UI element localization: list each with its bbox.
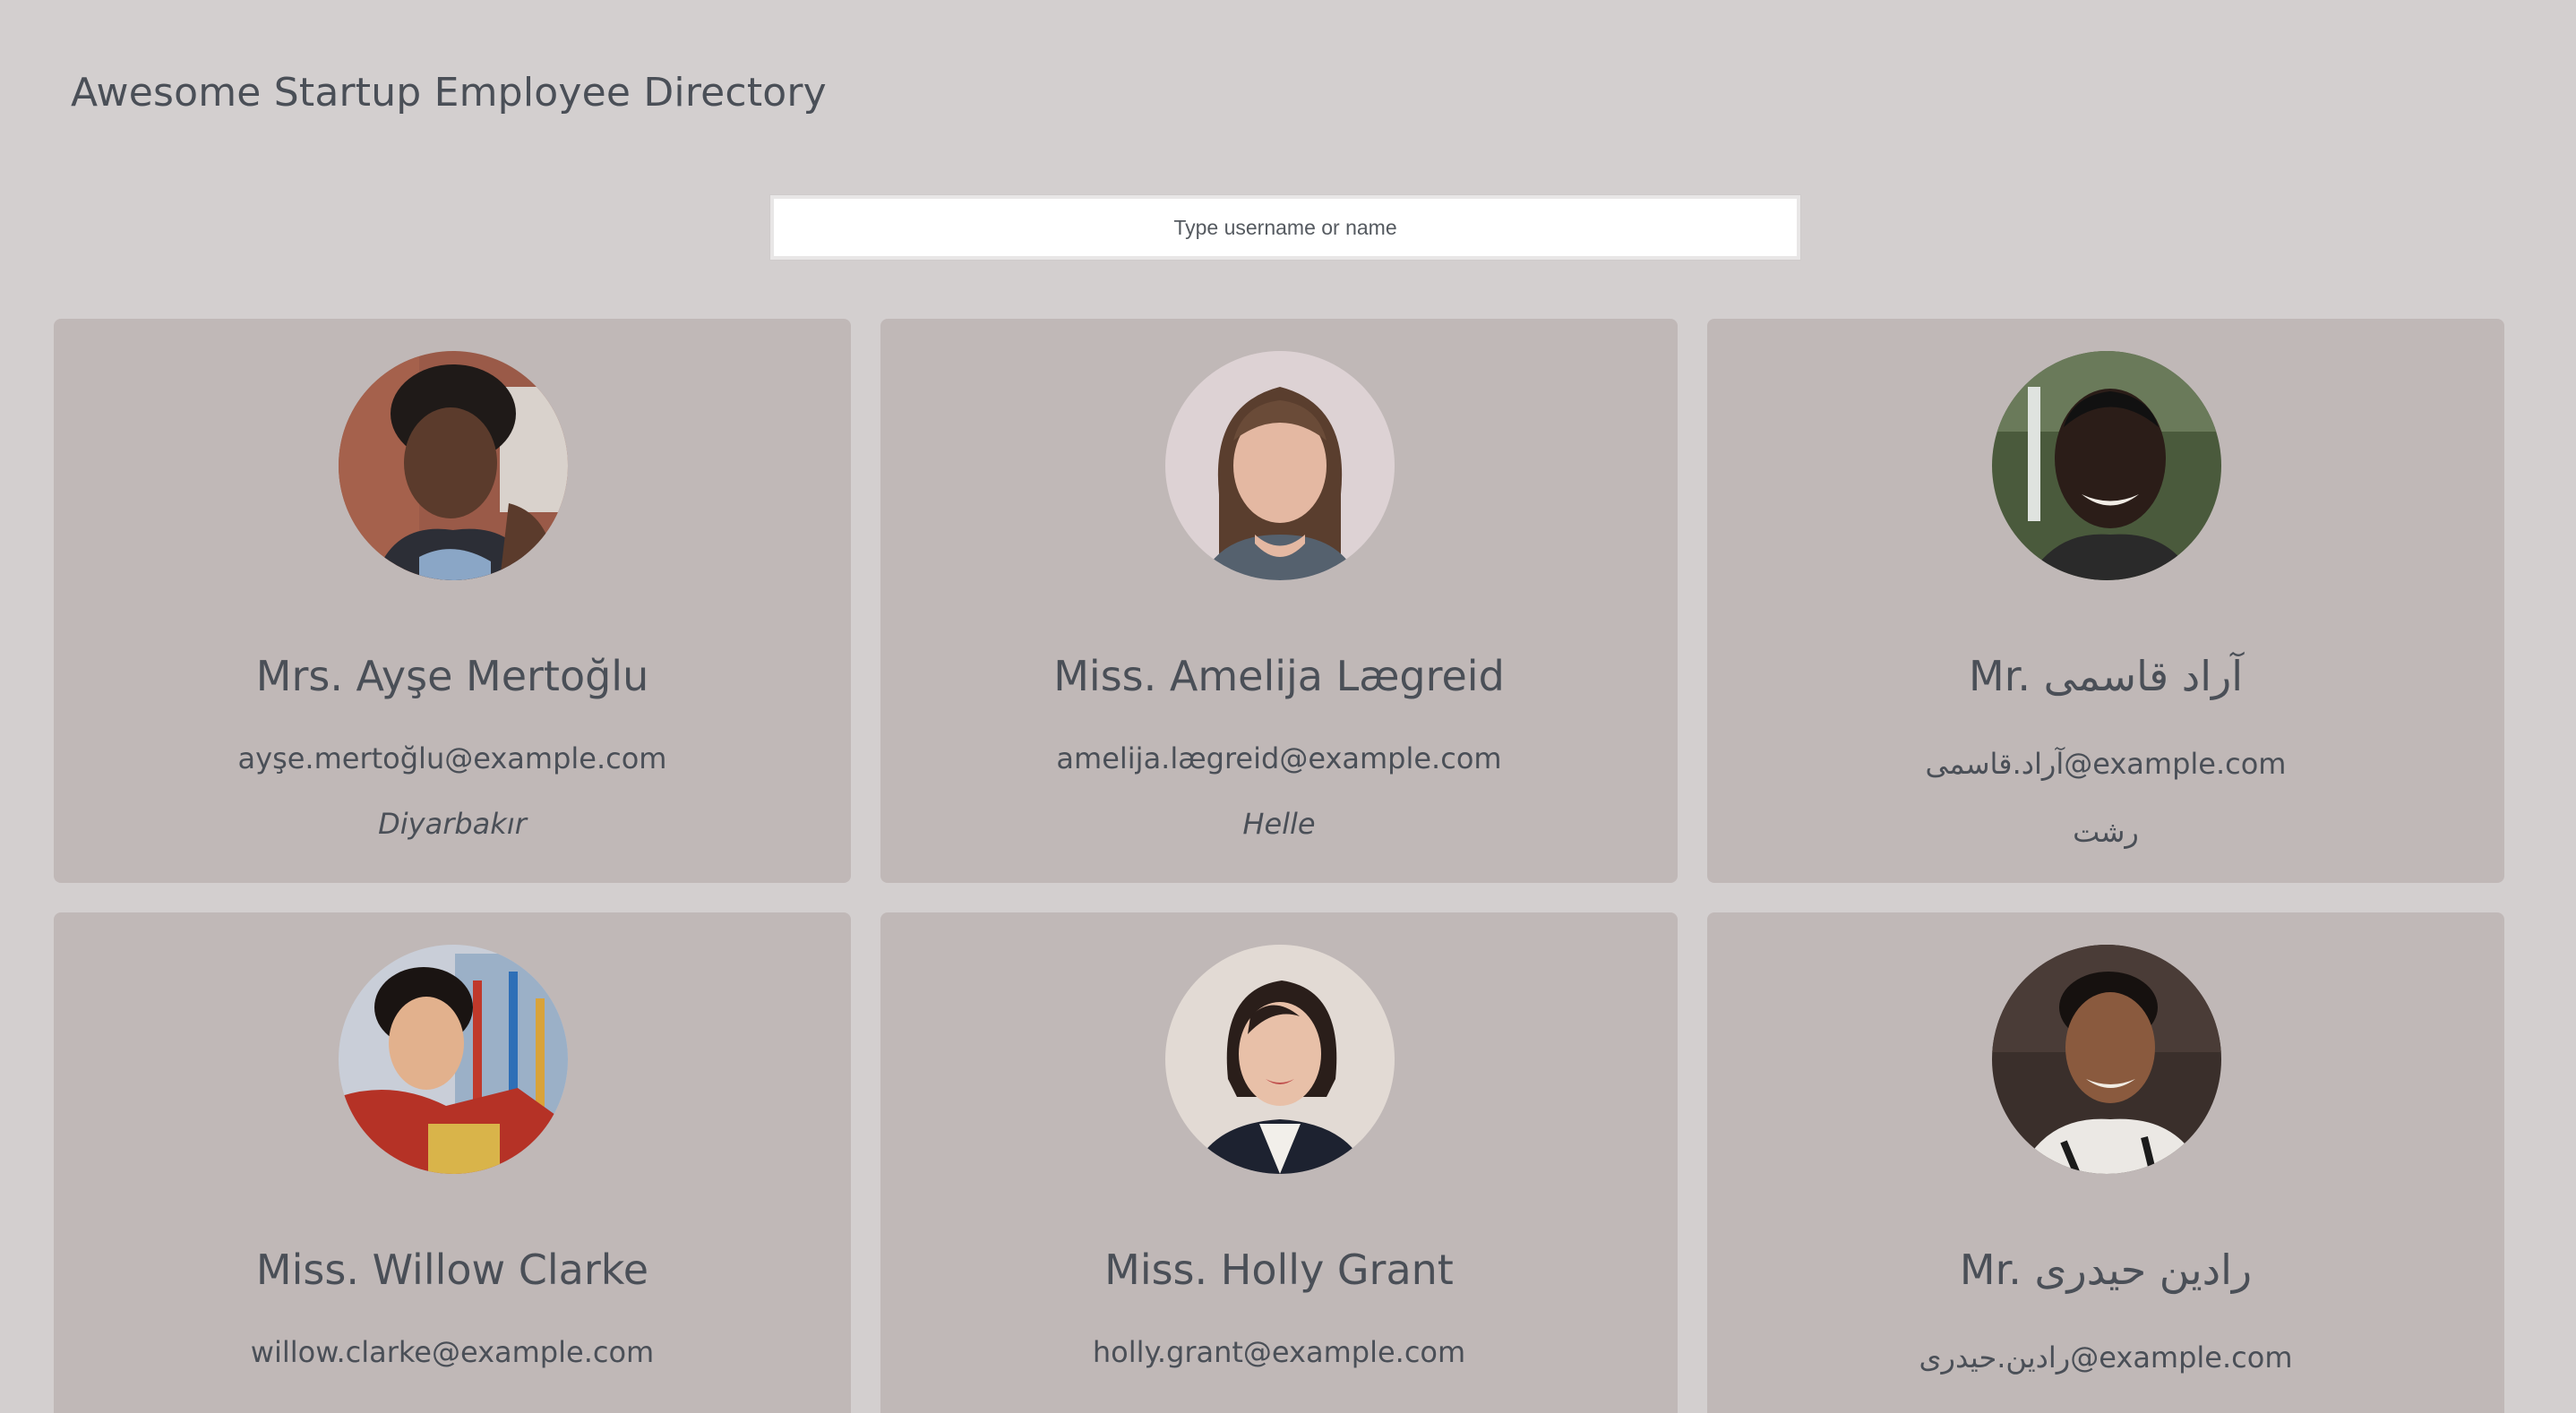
avatar [1165,351,1395,580]
avatar-photo-icon [1992,351,2221,580]
avatar [1992,945,2221,1174]
employee-email: holly.grant@example.com [1092,1335,1466,1369]
employee-grid: Mrs. Ayşe Mertoğlu ayşe.mertoğlu@example… [54,319,2504,1413]
employee-card[interactable]: Miss. Amelija Lægreid amelija.lægreid@ex… [880,319,1678,883]
employee-email: amelija.lægreid@example.com [1056,741,1502,775]
employee-email: willow.clarke@example.com [250,1335,655,1369]
employee-city: Helle [1242,807,1316,841]
avatar [1992,351,2221,580]
employee-city: رشت [2073,815,2139,849]
employee-card[interactable]: Miss. Holly Grant holly.grant@example.co… [880,912,1678,1413]
avatar-photo-icon [339,945,568,1174]
employee-card[interactable]: Mr. آراد قاسمی آراد.قاسمی@example.com رش… [1707,319,2504,883]
avatar [339,351,568,580]
employee-email: ayşe.mertoğlu@example.com [237,741,667,775]
avatar-photo-icon [339,351,568,580]
employee-name: Mr. آراد قاسمی [1969,652,2243,700]
employee-card[interactable]: Mrs. Ayşe Mertoğlu ayşe.mertoğlu@example… [54,319,851,883]
employee-name: Miss. Willow Clarke [255,1246,649,1294]
employee-card[interactable]: Mr. رادین حیدری رادین.حیدری@example.com [1707,912,2504,1413]
avatar-photo-icon [1992,945,2221,1174]
avatar [1165,945,1395,1174]
avatar-photo-icon [1165,351,1395,580]
employee-email: آراد.قاسمی@example.com [1925,747,2287,781]
employee-name: Miss. Holly Grant [1104,1246,1454,1294]
employee-directory-page: Awesome Startup Employee Directory Mrs. … [0,0,2576,1413]
employee-card[interactable]: Miss. Willow Clarke willow.clarke@exampl… [54,912,851,1413]
employee-name: Miss. Amelija Lægreid [1053,652,1505,700]
avatar [339,945,568,1174]
search-input[interactable] [769,194,1801,261]
employee-name: Mrs. Ayşe Mertoğlu [255,652,649,700]
avatar-photo-icon [1165,945,1395,1174]
page-title: Awesome Startup Employee Directory [71,70,827,116]
employee-email: رادین.حیدری@example.com [1919,1340,2293,1374]
employee-name: Mr. رادین حیدری [1959,1246,2253,1294]
employee-city: Diyarbakır [378,807,527,841]
